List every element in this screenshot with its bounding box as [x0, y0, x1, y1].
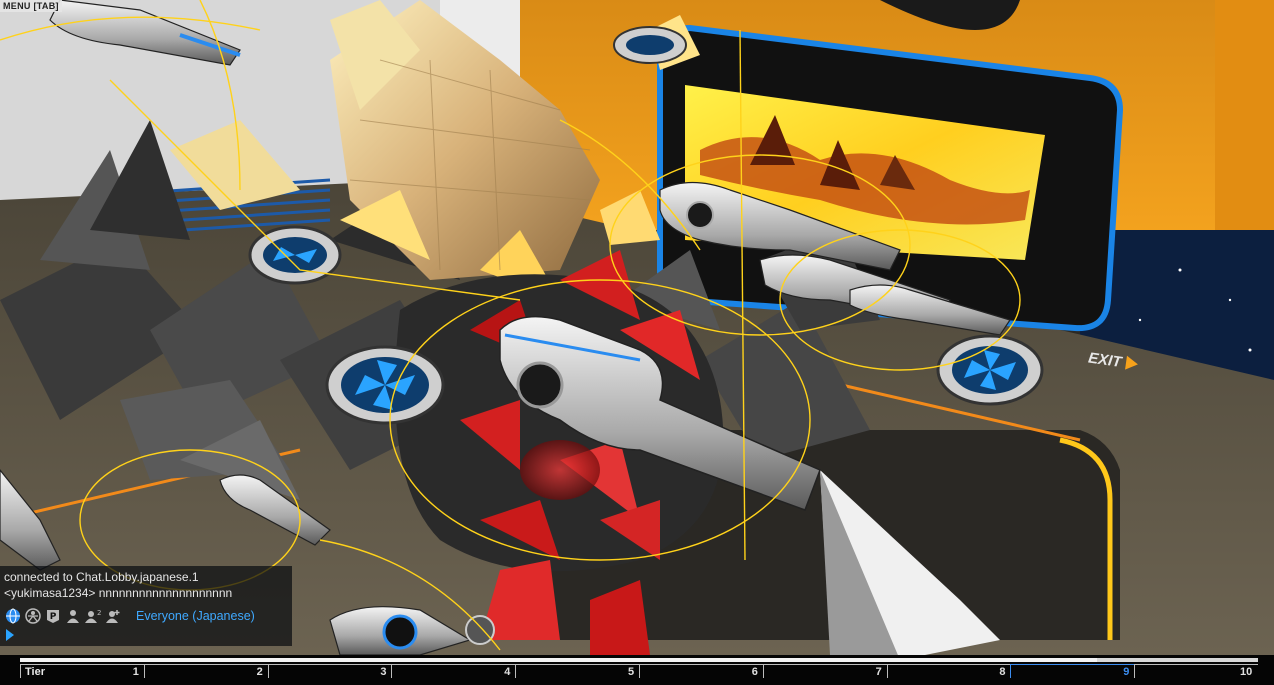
chat-channel-toolbar: P 2 — [4, 606, 121, 626]
svg-text:2: 2 — [97, 609, 101, 617]
tier-number: 4 — [504, 666, 511, 678]
tier-segment — [20, 664, 144, 678]
user-plus-icon[interactable] — [104, 608, 121, 625]
exit-label: EXIT — [1087, 349, 1123, 371]
tier-number: 2 — [256, 666, 263, 678]
chat-channel-selector[interactable]: Everyone (Japanese) — [136, 609, 255, 623]
tier-progress-bar: Tier 1 2 3 4 5 6 7 8 9 10 — [0, 655, 1274, 685]
single-user-icon[interactable] — [64, 608, 81, 625]
tier-progress-fill — [20, 658, 1098, 662]
chat-input-caret-icon[interactable] — [6, 629, 14, 641]
tier-segment — [639, 664, 763, 678]
globe-icon[interactable] — [4, 608, 21, 625]
tier-segment — [391, 664, 516, 678]
tier-number: 7 — [875, 666, 882, 678]
tier-segment — [886, 664, 1011, 678]
tier-number: 5 — [628, 666, 635, 678]
tier-number: 3 — [380, 666, 387, 678]
tier-segment — [267, 664, 392, 678]
two-users-icon[interactable]: 2 — [84, 608, 101, 625]
tier-segment — [143, 664, 268, 678]
tier-segment — [1010, 664, 1135, 678]
tier-number: 6 — [751, 666, 758, 678]
party-p-icon[interactable]: P — [44, 608, 61, 625]
chat-message: <yukimasa1234> nnnnnnnnnnnnnnnnnnnn — [4, 586, 233, 600]
exit-arrow-icon — [1125, 355, 1140, 372]
tier-number: 9 — [1123, 666, 1130, 678]
person-circle-icon[interactable] — [24, 608, 41, 625]
tier-segment — [762, 664, 887, 678]
menu-tab-button[interactable]: MENU [TAB] — [0, 0, 62, 12]
tier-number: 1 — [132, 666, 139, 678]
chat-panel: connected to Chat.Lobby.japanese.1 <yuki… — [0, 566, 292, 646]
tier-number: 8 — [999, 666, 1006, 678]
tier-number: 10 — [1240, 666, 1253, 678]
tier-progress-track — [1097, 658, 1258, 662]
svg-text:P: P — [49, 612, 56, 622]
tier-segment — [515, 664, 639, 678]
chat-message: connected to Chat.Lobby.japanese.1 — [4, 570, 199, 584]
